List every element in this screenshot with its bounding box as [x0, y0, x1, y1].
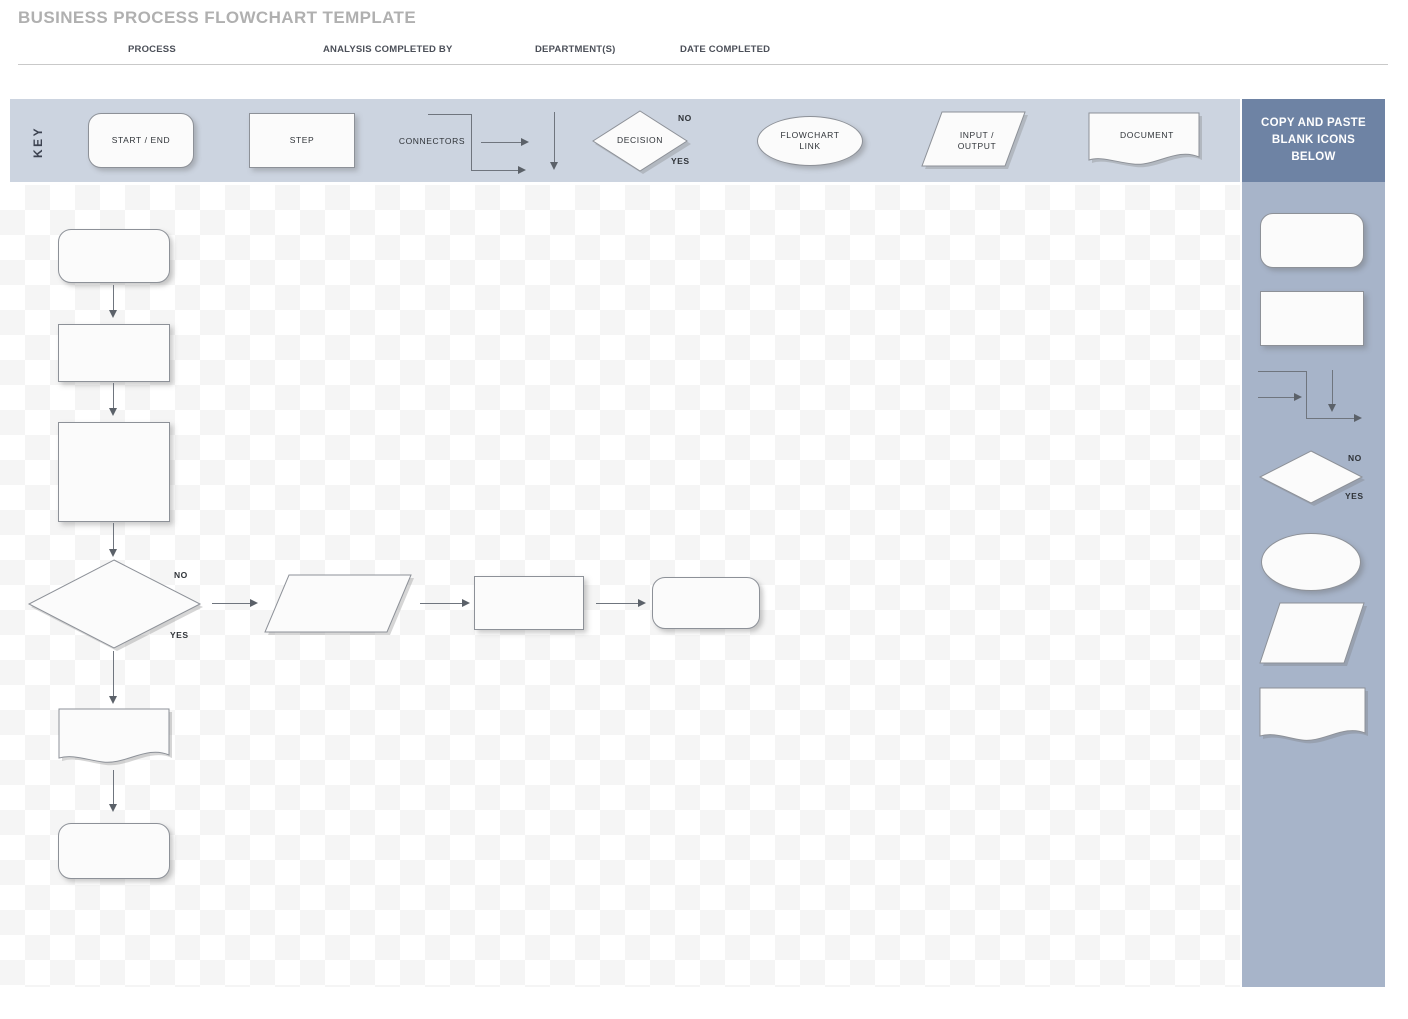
palette-connector-elbow-top — [1258, 371, 1306, 372]
key-shape-start-end[interactable]: START / END — [88, 113, 194, 168]
connector-vertical-line — [554, 112, 555, 164]
node-decision-yes-label: YES — [170, 630, 189, 640]
palette-connector-vertical-line — [1332, 370, 1333, 406]
connector-straight-arrowhead — [521, 138, 529, 146]
palette-connector-straight-arrowhead — [1294, 393, 1302, 401]
column-header-process: PROCESS — [128, 44, 176, 55]
node-input-output[interactable] — [264, 573, 418, 637]
node-document[interactable] — [58, 708, 176, 770]
column-header-departments: DEPARTMENT(S) — [535, 44, 616, 55]
key-shape-connectors-label: CONNECTORS — [398, 136, 466, 146]
edge-document-to-end — [113, 770, 114, 806]
key-decision-yes-label: YES — [671, 156, 690, 166]
key-shape-step-label: STEP — [289, 134, 315, 145]
edge-document-to-end-arrowhead — [109, 804, 117, 812]
header-column-row: PROCESS ANALYSIS COMPLETED BY DEPARTMENT… — [18, 44, 1388, 66]
key-shape-document[interactable]: DOCUMENT — [1088, 112, 1206, 172]
edge-step3-to-end-right — [596, 603, 638, 604]
edge-io-to-step3-arrowhead — [462, 599, 470, 607]
key-shape-start-end-label: START / END — [111, 134, 171, 145]
edge-decision-to-io-arrowhead — [250, 599, 258, 607]
palette-blank-document[interactable] — [1258, 686, 1372, 748]
palette-connector-vertical-arrowhead — [1328, 404, 1336, 412]
edge-decision-to-document-arrowhead — [109, 696, 117, 704]
edge-start-to-step1-arrowhead — [109, 310, 117, 318]
edge-step2-to-decision — [113, 523, 114, 551]
connector-elbow-top — [428, 114, 471, 115]
palette-connector-elbow-vertical — [1306, 371, 1307, 418]
connector-straight-line — [481, 142, 521, 143]
column-header-analysis-completed-by: ANALYSIS COMPLETED BY — [323, 44, 453, 55]
palette-blank-parallelogram[interactable] — [1256, 600, 1372, 668]
palette-connector-elbow-bottom — [1306, 418, 1354, 419]
edge-decision-to-io — [212, 603, 250, 604]
edge-step2-to-decision-arrowhead — [109, 549, 117, 557]
palette-blank-connectors[interactable] — [1256, 366, 1376, 426]
node-start[interactable] — [58, 229, 170, 283]
connector-elbow-vertical — [471, 114, 472, 170]
edge-step1-to-step2 — [113, 383, 114, 410]
page-title: BUSINESS PROCESS FLOWCHART TEMPLATE — [18, 8, 417, 27]
node-end-right[interactable] — [652, 577, 760, 629]
key-shape-step[interactable]: STEP — [249, 113, 355, 168]
header-divider — [18, 64, 1388, 65]
palette-connector-elbow-arrowhead — [1354, 414, 1362, 422]
node-step-2[interactable] — [58, 422, 170, 522]
key-label: KEY — [31, 125, 45, 159]
key-shape-connectors[interactable]: CONNECTORS — [393, 108, 563, 176]
key-shape-flowchart-link[interactable]: FLOWCHART LINK — [757, 116, 863, 166]
palette-diamond-yes-label: YES — [1345, 491, 1364, 501]
key-shape-flowchart-link-label: FLOWCHART LINK — [780, 129, 840, 151]
node-end[interactable] — [58, 823, 170, 879]
palette-diamond-no-label: NO — [1348, 453, 1362, 463]
connector-vertical-arrowhead — [550, 162, 558, 170]
edge-io-to-step3 — [420, 603, 462, 604]
connector-elbow-bottom-arrowhead — [518, 166, 526, 174]
key-decision-no-label: NO — [678, 113, 692, 123]
edge-step1-to-step2-arrowhead — [109, 408, 117, 416]
edge-decision-to-document — [113, 651, 114, 698]
sidebar-heading: COPY AND PASTE BLANK ICONS BELOW — [1242, 99, 1385, 182]
palette-connector-straight-line — [1258, 397, 1294, 398]
palette-blank-ellipse[interactable] — [1261, 533, 1361, 591]
node-decision-no-label: NO — [174, 570, 188, 580]
node-step-3[interactable] — [474, 576, 584, 630]
column-header-date-completed: DATE COMPLETED — [680, 44, 771, 55]
palette-blank-rounded-rectangle[interactable] — [1260, 213, 1364, 268]
connector-elbow-bottom — [471, 170, 518, 171]
key-shape-input-output[interactable]: INPUT / OUTPUT — [921, 111, 1033, 171]
edge-step3-to-end-right-arrowhead — [638, 599, 646, 607]
edge-start-to-step1 — [113, 285, 114, 312]
palette-blank-rectangle[interactable] — [1260, 291, 1364, 346]
node-step-1[interactable] — [58, 324, 170, 382]
